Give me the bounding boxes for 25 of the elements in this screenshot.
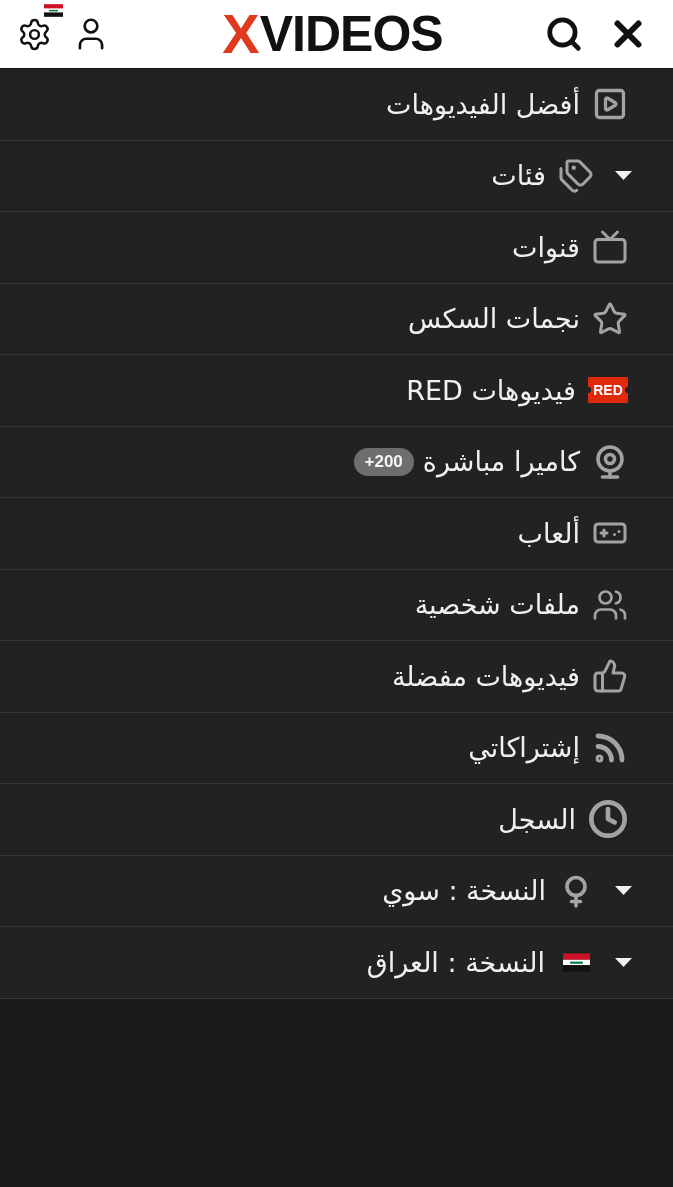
caret-icon	[615, 957, 632, 967]
flag-icon	[563, 952, 590, 972]
settings-icon[interactable]	[17, 16, 52, 52]
menu-item[interactable]: النسخة : العراق	[0, 927, 673, 999]
menu-item[interactable]: فيديوهات مفضلة	[0, 641, 673, 713]
premium-tag: RED	[588, 377, 628, 404]
thumbs-up-icon	[592, 658, 628, 695]
count-badge: +200	[353, 447, 414, 476]
flag-icon	[44, 3, 63, 17]
menu-item[interactable]: إشتراكاتي	[0, 712, 673, 784]
menu-item[interactable]: ألعاب	[0, 498, 673, 570]
tv-icon	[592, 229, 628, 266]
menu-item[interactable]: ملفات شخصية	[0, 569, 673, 641]
menu-item[interactable]: أفضل الفيديوهات	[0, 69, 673, 141]
search-icon[interactable]	[545, 15, 583, 53]
menu-item[interactable]: نجمات السكس	[0, 283, 673, 355]
menu-item[interactable]: السجل	[0, 784, 673, 856]
caret-icon	[615, 171, 632, 181]
menu-item[interactable]: فئات	[0, 140, 673, 212]
caret-icon	[615, 886, 632, 896]
menu-item[interactable]: النسخة : سوي	[0, 855, 673, 927]
star-icon	[592, 300, 628, 337]
menu-item[interactable]: قنوات	[0, 212, 673, 284]
tags-icon	[558, 157, 594, 194]
clock-icon	[588, 799, 628, 840]
